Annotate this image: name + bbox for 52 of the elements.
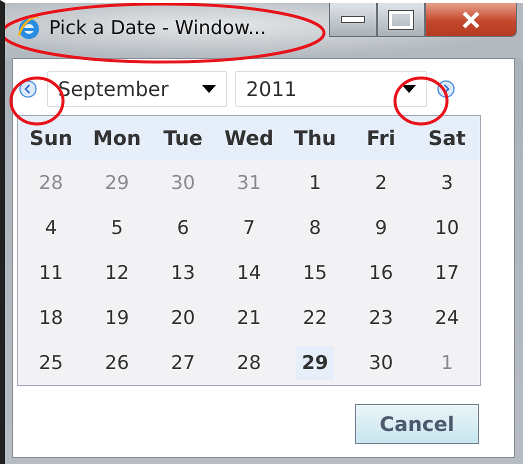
calendar-day[interactable]: 10 [428, 210, 466, 244]
calendar-day[interactable]: 13 [164, 256, 202, 290]
weekday-label: Sun [28, 126, 74, 150]
year-dropdown[interactable]: 2011 [235, 71, 427, 107]
weekday-label: Thu [292, 126, 338, 150]
month-dropdown[interactable]: September [47, 71, 227, 107]
calendar-day[interactable]: 21 [230, 300, 268, 334]
window-title: Pick a Date - Window... [49, 16, 266, 38]
minimize-icon [341, 16, 365, 23]
close-icon [460, 10, 482, 28]
cancel-button[interactable]: Cancel [355, 404, 479, 444]
calendar-day[interactable]: 2 [368, 166, 394, 200]
next-month-icon[interactable] [437, 80, 455, 98]
calendar-day[interactable]: 3 [434, 166, 460, 200]
calendar-day[interactable]: 19 [98, 300, 136, 334]
calendar-day[interactable]: 23 [362, 300, 400, 334]
calendar-day[interactable]: 18 [32, 300, 70, 334]
calendar-day[interactable]: 1 [302, 166, 328, 200]
calendar-day[interactable]: 5 [104, 210, 130, 244]
weekday-label: Sat [427, 126, 467, 150]
calendar-day[interactable]: 22 [296, 300, 334, 334]
calendar-day[interactable]: 9 [368, 210, 394, 244]
calendar-day[interactable]: 15 [296, 256, 334, 290]
calendar-day[interactable]: 6 [170, 210, 196, 244]
calendar-day[interactable]: 4 [38, 210, 64, 244]
calendar-day[interactable]: 20 [164, 300, 202, 334]
weekday-label: Fri [365, 126, 397, 150]
calendar-day[interactable]: 28 [230, 346, 268, 380]
caret-icon [402, 85, 416, 93]
calendar-day[interactable]: 11 [32, 256, 70, 290]
calendar-day[interactable]: 26 [98, 346, 136, 380]
weekday-label: Mon [92, 126, 142, 150]
calendar-day[interactable]: 30 [362, 346, 400, 380]
calendar-day[interactable]: 14 [230, 256, 268, 290]
maximize-button[interactable] [377, 3, 425, 37]
close-button[interactable] [425, 3, 517, 37]
maximize-icon [389, 10, 413, 28]
minimize-button[interactable] [329, 3, 377, 37]
calendar-day[interactable]: 25 [32, 346, 70, 380]
annotation-circle [394, 76, 448, 126]
calendar-day[interactable]: 29 [296, 346, 334, 380]
calendar-day[interactable]: 8 [302, 210, 328, 244]
calendar-day[interactable]: 24 [428, 300, 466, 334]
weekday-label: Tue [162, 126, 204, 150]
calendar-day[interactable]: 17 [428, 256, 466, 290]
calendar-day[interactable]: 16 [362, 256, 400, 290]
weekday-label: Wed [223, 126, 275, 150]
caret-icon [202, 85, 216, 93]
calendar-day[interactable]: 7 [236, 210, 262, 244]
calendar-day[interactable]: 27 [164, 346, 202, 380]
previous-month-icon[interactable] [19, 80, 37, 98]
calendar-day[interactable]: 12 [98, 256, 136, 290]
